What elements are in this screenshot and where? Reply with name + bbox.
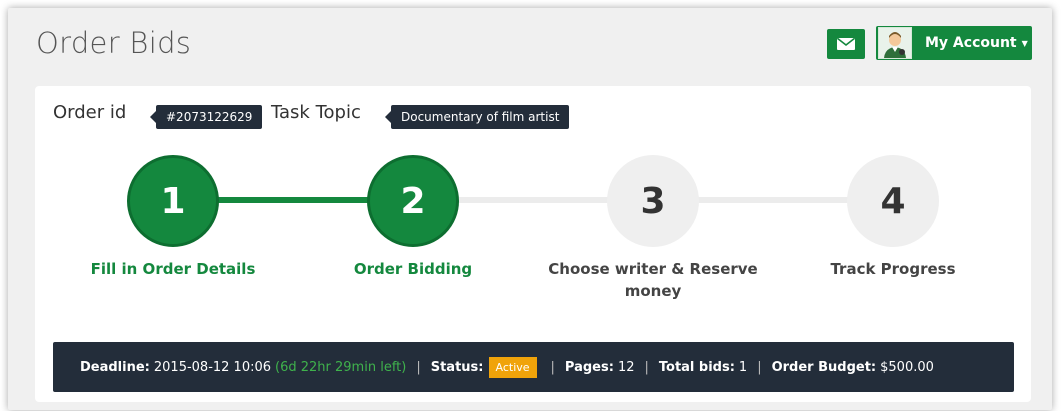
deadline-value: 2015-08-12 10:06	[153, 359, 272, 375]
step-3-label: Choose writer & Reserve money	[548, 260, 758, 300]
order-card: Order id #2073122629 Task Topic Document…	[35, 86, 1031, 402]
status-label: Status:	[430, 359, 484, 375]
messages-button[interactable]	[827, 29, 865, 59]
step-2-number: 2	[400, 180, 426, 222]
chevron-down-icon: ▼	[1021, 38, 1028, 48]
avatar	[878, 27, 912, 59]
step-4-number: 4	[880, 180, 906, 222]
order-id-value: #2073122629	[149, 105, 263, 129]
step-3-number: 3	[640, 180, 666, 222]
step-3-circle: 3	[607, 155, 699, 247]
step-1-circle: 1	[127, 155, 219, 247]
step-1-number: 1	[160, 180, 186, 222]
separator: |	[550, 359, 555, 375]
order-id-label: Order id	[53, 102, 127, 123]
separator: |	[416, 359, 421, 375]
task-topic-label: Task Topic	[271, 102, 361, 123]
step-2-circle: 2	[367, 155, 459, 247]
separator: |	[757, 359, 762, 375]
order-budget-value: $500.00	[880, 359, 934, 375]
pages-label: Pages:	[564, 359, 614, 375]
separator: |	[644, 359, 649, 375]
page-title: Order Bids	[36, 26, 192, 60]
order-budget-label: Order Budget:	[771, 359, 877, 375]
total-bids-label: Total bids:	[658, 359, 735, 375]
step-4-circle: 4	[847, 155, 939, 247]
step-4-label: Track Progress	[830, 260, 956, 278]
task-topic-value: Documentary of film artist	[384, 105, 570, 129]
page-frame: Order Bids My Account ▼ Order id #207312…	[8, 8, 1052, 410]
pages-value: 12	[617, 359, 635, 375]
time-left: (6d 22hr 29min left)	[275, 359, 407, 375]
deadline-label: Deadline:	[80, 359, 150, 375]
total-bids-value: 1	[738, 359, 748, 375]
status-badge: Active	[488, 356, 537, 378]
my-account-button[interactable]: My Account ▼	[876, 26, 1032, 60]
step-1-label: Fill in Order Details	[90, 260, 256, 278]
mail-icon	[837, 38, 855, 50]
my-account-label: My Account	[925, 35, 1017, 51]
order-info-bar: Deadline: 2015-08-12 10:06 (6d 22hr 29mi…	[53, 342, 1014, 392]
step-2-label: Order Bidding	[353, 260, 473, 278]
